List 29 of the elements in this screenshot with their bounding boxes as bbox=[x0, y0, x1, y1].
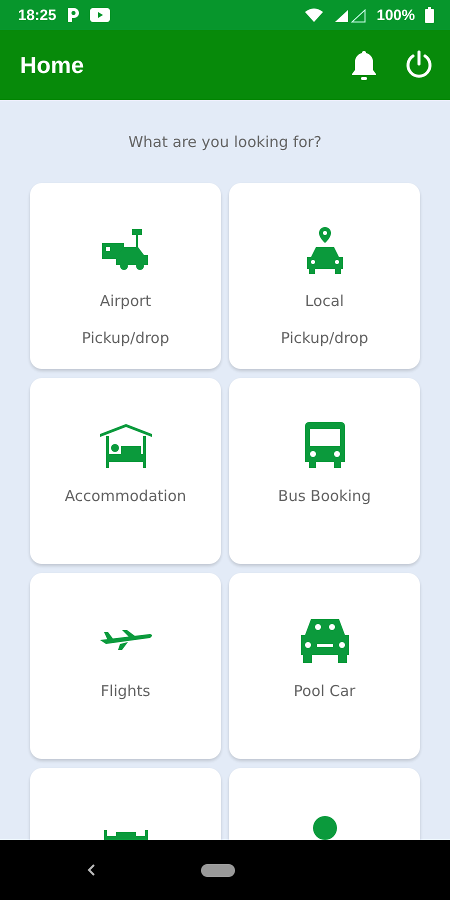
back-icon[interactable] bbox=[86, 863, 96, 877]
service-label: Pool Car bbox=[294, 681, 356, 702]
status-time: 18:25 bbox=[18, 6, 56, 24]
service-label: Pickup/drop bbox=[82, 328, 170, 349]
service-label: Airport bbox=[100, 291, 152, 312]
prompt-text: What are you looking for? bbox=[128, 133, 322, 151]
home-pill[interactable] bbox=[201, 864, 235, 876]
service-card[interactable]: Pool Car bbox=[229, 573, 420, 759]
screen-title: Home bbox=[20, 52, 85, 78]
signal-icon bbox=[332, 7, 367, 23]
service-label: Local bbox=[305, 291, 344, 312]
parking-icon bbox=[66, 7, 80, 23]
bench-icon bbox=[102, 829, 148, 840]
service-label: Bus Booking bbox=[278, 486, 371, 507]
service-card[interactable]: Airport Pickup/drop bbox=[30, 183, 221, 369]
power-button[interactable] bbox=[404, 50, 434, 80]
service-card[interactable]: Accommodation bbox=[30, 378, 221, 564]
service-label: Pickup/drop bbox=[280, 328, 368, 349]
service-card[interactable]: Local Pickup/drop bbox=[229, 183, 420, 369]
service-card[interactable]: Flights bbox=[30, 573, 221, 759]
notifications-button[interactable] bbox=[350, 49, 378, 81]
service-label: Flights bbox=[100, 681, 150, 702]
wifi-icon bbox=[304, 8, 323, 22]
airplane-icon bbox=[98, 629, 152, 651]
video-play-icon bbox=[90, 8, 110, 22]
battery-percent: 100% bbox=[376, 6, 415, 24]
service-label: Accommodation bbox=[64, 486, 186, 507]
battery-icon bbox=[425, 7, 434, 23]
service-card[interactable]: Bus Booking bbox=[229, 378, 420, 564]
